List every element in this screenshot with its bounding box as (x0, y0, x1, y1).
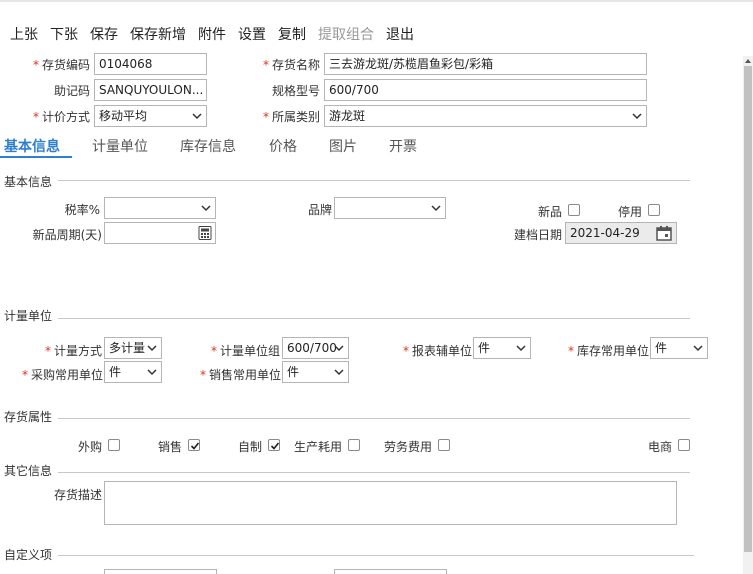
unit-section-divider (58, 318, 690, 319)
stock-unit-label: * 库存常用单位 (567, 344, 649, 358)
unit-method-label: * 计量方式 (44, 344, 102, 358)
report-unit-label: * 报表辅单位 (402, 344, 472, 358)
outsource-label: 外购 (77, 440, 102, 454)
copy-button[interactable]: 复制 (278, 24, 306, 44)
settings-button[interactable]: 设置 (238, 24, 266, 44)
spec-input[interactable]: 600/700 (324, 79, 647, 101)
custom-section-title: 自定义项 (4, 548, 53, 562)
mnemonic-input[interactable]: SANQUYOULON... (94, 79, 207, 101)
new-product-label: 新品 (537, 205, 562, 219)
tab-unit[interactable]: 计量单位 (92, 136, 148, 156)
save-button[interactable]: 保存 (90, 24, 118, 44)
category-label: * 所属类别 (262, 110, 320, 124)
attach-button[interactable]: 附件 (198, 24, 226, 44)
chevron-down-icon (201, 205, 211, 212)
basic-section-divider (58, 180, 690, 181)
check-icon (190, 442, 200, 450)
desc-textarea[interactable] (104, 481, 677, 525)
chevron-down-icon (147, 369, 157, 376)
pricing-select[interactable]: 移动平均 (94, 105, 207, 127)
report-unit-select[interactable]: 件 (473, 337, 531, 359)
check-icon (270, 442, 280, 450)
stock-unit-select[interactable]: 件 (650, 337, 708, 359)
new-cycle-input[interactable] (104, 222, 216, 244)
sales-unit-label: * 销售常用单位 (199, 368, 281, 382)
next-button[interactable]: 下张 (50, 24, 78, 44)
spec-label: 规格型号 (271, 84, 320, 98)
chevron-down-icon (516, 345, 526, 352)
selfmade-checkbox[interactable] (268, 439, 280, 451)
chevron-down-icon (147, 345, 157, 352)
save-new-button[interactable]: 保存新增 (130, 24, 186, 44)
exit-button[interactable]: 退出 (386, 24, 414, 44)
active-tab-indicator (0, 156, 72, 158)
new-product-checkbox[interactable] (568, 204, 580, 216)
code-input[interactable]: 0104068 (94, 53, 207, 75)
unit-section-title: 计量单位 (4, 309, 53, 323)
chevron-down-icon (192, 113, 202, 120)
consume-checkbox[interactable] (348, 439, 360, 451)
service-label: 劳务费用 (383, 440, 432, 454)
purchase-unit-label: * 采购常用单位 (21, 368, 103, 382)
ecommerce-checkbox[interactable] (678, 439, 690, 451)
mnemonic-label: 助记码 (53, 84, 90, 98)
custom-section-divider (58, 555, 694, 556)
unit-method-select[interactable]: 多计量 (104, 337, 162, 359)
brand-label: 品牌 (307, 203, 332, 217)
tax-label: 税率% (64, 203, 100, 217)
chevron-down-icon (693, 345, 703, 352)
sales-unit-select[interactable]: 件 (282, 361, 349, 383)
ecommerce-label: 电商 (647, 440, 672, 454)
code-label: * 存货编码 (32, 58, 90, 72)
attrs-section-divider (58, 418, 690, 419)
basic-section-title: 基本信息 (4, 175, 53, 189)
tab-stock-info[interactable]: 库存信息 (180, 136, 236, 156)
purchase-unit-select[interactable]: 件 (104, 361, 162, 383)
selfmade-label: 自制 (237, 440, 262, 454)
prev-button[interactable]: 上张 (10, 24, 38, 44)
chevron-down-icon (431, 205, 441, 212)
chevron-down-icon (334, 345, 344, 352)
consume-label: 生产耗用 (293, 440, 342, 454)
chevron-down-icon (334, 369, 344, 376)
other-section-divider (58, 472, 690, 473)
name-label: * 存货名称 (262, 58, 320, 72)
custom-field-2[interactable] (334, 569, 447, 574)
tax-select[interactable] (104, 197, 216, 219)
tab-invoice[interactable]: 开票 (389, 136, 417, 156)
attrs-section-title: 存货属性 (4, 410, 53, 424)
calculator-icon[interactable] (198, 226, 212, 240)
disabled-checkbox[interactable] (648, 204, 660, 216)
chevron-down-icon (632, 113, 642, 120)
service-checkbox[interactable] (438, 439, 450, 451)
other-section-title: 其它信息 (4, 464, 53, 478)
tab-basic-info[interactable]: 基本信息 (4, 136, 60, 156)
outsource-checkbox[interactable] (108, 439, 120, 451)
desc-label: 存货描述 (53, 488, 102, 502)
create-date-label: 建档日期 (513, 228, 562, 242)
unit-group-select[interactable]: 600/700 (282, 337, 349, 359)
sales-checkbox[interactable] (188, 439, 200, 451)
disabled-label: 停用 (617, 205, 642, 219)
scrollbar-thumb[interactable] (744, 66, 752, 552)
sales-attr-label: 销售 (157, 440, 182, 454)
category-select[interactable]: 游龙斑 (324, 105, 647, 127)
unit-group-label: * 计量单位组 (210, 344, 280, 358)
top-border (0, 0, 753, 2)
scroll-up-icon[interactable] (744, 57, 752, 65)
tab-price[interactable]: 价格 (269, 136, 297, 156)
name-input[interactable]: 三去游龙斑/苏榄眉鱼彩包/彩箱 (324, 53, 647, 75)
pricing-label: * 计价方式 (32, 110, 90, 124)
new-cycle-label: 新品周期(天) (32, 228, 102, 242)
tab-image[interactable]: 图片 (329, 136, 357, 156)
custom-field-1[interactable] (104, 569, 217, 574)
extract-combo-button[interactable]: 提取组合 (318, 24, 374, 44)
create-date-input[interactable]: 2021-04-29 (565, 222, 677, 244)
calendar-icon[interactable] (656, 225, 672, 241)
brand-select[interactable] (334, 197, 446, 219)
